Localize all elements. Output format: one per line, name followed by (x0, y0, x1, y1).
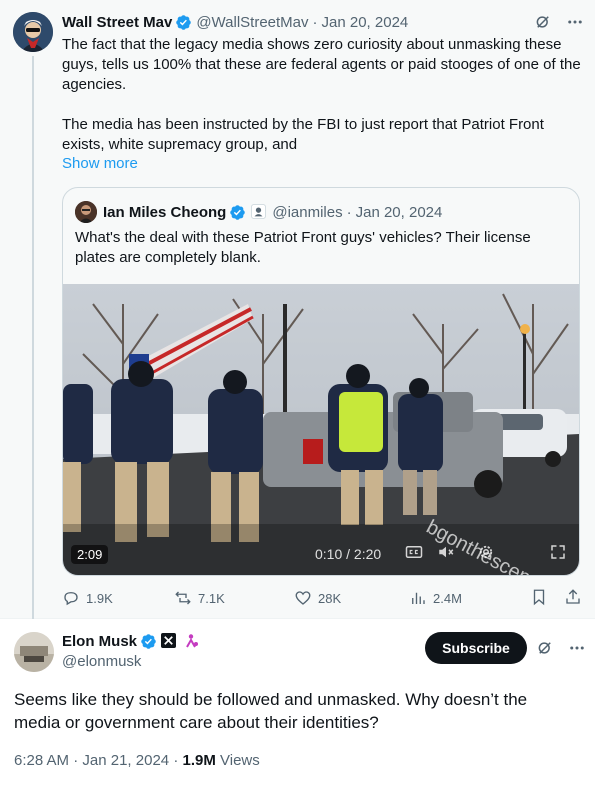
show-more-link[interactable]: Show more (62, 155, 138, 172)
video-player[interactable]: 2:09 0:10 / 2:20 bgonthescene (63, 284, 579, 575)
quoted-tweet[interactable]: Ian Miles Cheong @ianmiles · Jan 20, 202… (62, 187, 580, 576)
affiliate-badge-icon (251, 203, 268, 221)
repost-icon (175, 591, 191, 605)
tweet-metadata: 6:28 AM · Jan 21, 2024 · 1.9M Views (14, 752, 260, 769)
separator-dot: · (173, 752, 179, 769)
video-frame-image (63, 284, 579, 575)
separator-dot: · (346, 203, 352, 221)
timestamp[interactable]: Jan 20, 2024 (322, 14, 409, 31)
analytics-icon (412, 592, 425, 604)
verified-badge-icon (229, 204, 246, 221)
avatar[interactable] (75, 201, 97, 223)
video-progress-time: 0:10 / 2:20 (315, 546, 382, 562)
tweet-actions: 1.9K 7.1K 28K 2.4M (62, 588, 582, 608)
main-tweet: Elon Musk @elonmusk Subscribe Seems like… (0, 619, 595, 791)
avatar[interactable] (14, 632, 54, 672)
captions-icon[interactable] (405, 543, 423, 564)
display-name[interactable]: Ian Miles Cheong (103, 204, 226, 221)
verified-badge-icon (140, 633, 157, 650)
like-count: 28K (318, 590, 342, 606)
quoted-tweet-text: What's the deal with these Patriot Front… (75, 229, 531, 266)
handle[interactable]: @elonmusk (62, 653, 141, 670)
bookmark-icon[interactable] (530, 588, 548, 609)
display-name[interactable]: Wall Street Mav (62, 14, 172, 31)
reply-count: 1.9K (86, 590, 113, 606)
thread-connector (32, 56, 34, 619)
main-tweet-text: Seems like they should be followed and u… (14, 690, 528, 732)
x-logo-badge-icon (161, 633, 178, 650)
grok-icon[interactable] (536, 639, 554, 657)
repost-count: 7.1K (198, 590, 225, 606)
share-icon[interactable] (564, 588, 582, 609)
tweet-time[interactable]: 6:28 AM (14, 752, 69, 769)
parent-tweet-text: The fact that the legacy media shows zer… (62, 36, 581, 153)
views-count[interactable]: 1.9M (182, 752, 215, 769)
display-name[interactable]: Elon Musk (62, 633, 137, 650)
views-count: 2.4M (433, 590, 462, 606)
subscribe-button[interactable]: Subscribe (425, 632, 527, 664)
verified-badge-icon (175, 14, 192, 31)
avatar[interactable] (13, 12, 53, 52)
reply-icon (64, 592, 78, 606)
more-icon[interactable] (566, 13, 584, 31)
separator-dot: · (312, 13, 318, 31)
fullscreen-icon[interactable] (549, 543, 567, 564)
parent-tweet-header: Wall Street Mav @WallStreetMav · Jan 20,… (62, 12, 584, 32)
settings-gear-icon[interactable] (477, 543, 495, 564)
views-label: Views (220, 752, 260, 769)
timestamp[interactable]: Jan 20, 2024 (356, 204, 443, 221)
quoted-tweet-header: Ian Miles Cheong @ianmiles · Jan 20, 202… (75, 201, 442, 223)
repost-button[interactable]: 7.1K (174, 589, 294, 607)
video-duration-badge: 2:09 (71, 545, 109, 564)
more-icon[interactable] (568, 639, 586, 657)
separator-dot: · (73, 752, 79, 769)
handle[interactable]: @WallStreetMav (196, 14, 308, 31)
views-button[interactable]: 2.4M (409, 589, 519, 607)
handle[interactable]: @ianmiles (272, 204, 342, 221)
main-tweet-name-row: Elon Musk (62, 633, 200, 650)
reply-button[interactable]: 1.9K (62, 589, 174, 607)
grok-icon[interactable] (534, 13, 552, 31)
affiliation-badge-icon (183, 633, 200, 650)
heart-icon (295, 591, 311, 605)
parent-tweet[interactable]: Wall Street Mav @WallStreetMav · Jan 20,… (0, 0, 595, 619)
tweet-date[interactable]: Jan 21, 2024 (82, 752, 169, 769)
mute-icon[interactable] (437, 543, 455, 564)
like-button[interactable]: 28K (294, 589, 409, 607)
